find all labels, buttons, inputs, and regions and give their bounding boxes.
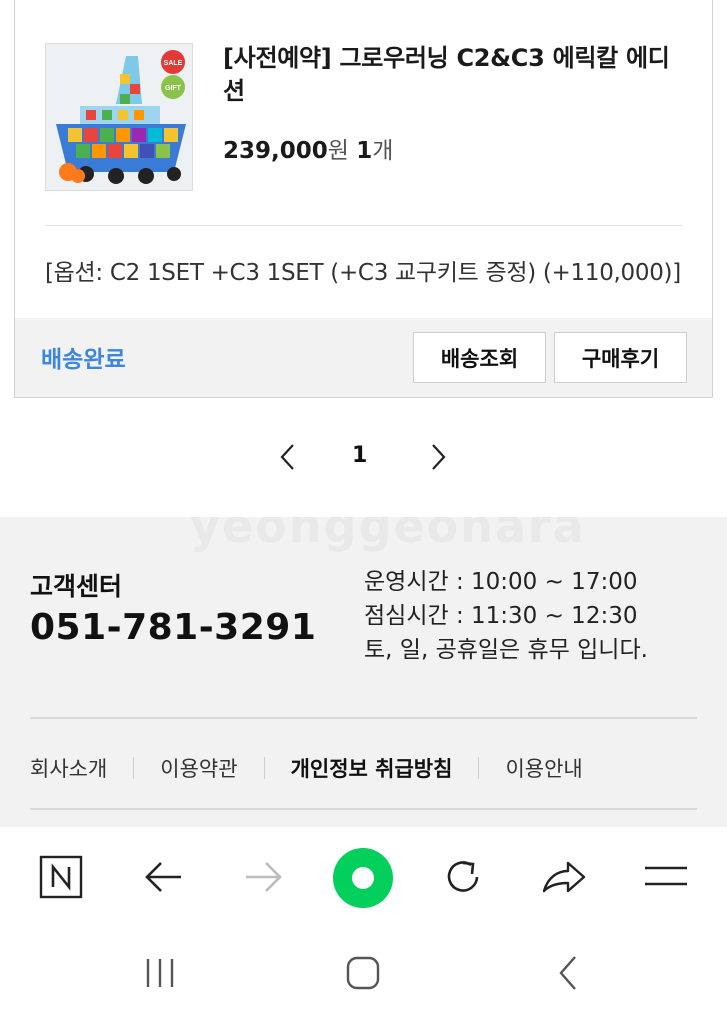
option-text: [옵션: C2 1SET +C3 1SET (+C3 교구키트 증정) (+11…	[45, 260, 681, 286]
link-separator	[263, 757, 265, 779]
recent-apps-icon[interactable]	[135, 953, 185, 993]
price-value: 239,000	[223, 138, 328, 164]
back-icon[interactable]	[543, 953, 593, 993]
share-icon[interactable]	[538, 851, 590, 903]
footer-links: 회사소개 이용약관 개인정보 취급방침 이용안내	[30, 753, 583, 783]
link-usage-guide[interactable]: 이용안내	[505, 753, 582, 783]
sale-badge-text: SALE	[164, 60, 183, 67]
gift-badge-text: GIFT	[165, 85, 182, 92]
link-privacy-policy[interactable]: 개인정보 취급방침	[291, 753, 453, 783]
link-company-info[interactable]: 회사소개	[30, 753, 107, 783]
link-separator	[133, 757, 135, 779]
hours-operating: 운영시간 : 10:00 ~ 17:00	[364, 569, 638, 595]
system-nav-bar	[0, 927, 727, 1024]
green-dot-icon[interactable]	[330, 845, 396, 911]
back-arrow-icon[interactable]	[137, 851, 189, 903]
forward-arrow-icon[interactable]	[238, 851, 290, 903]
footer-divider	[30, 717, 697, 719]
site-footer: yeonggeonara 고객센터 051-781-3291 운영시간 : 10…	[0, 517, 727, 827]
watermark-text: yeonggeonara	[190, 517, 586, 553]
product-thumbnail[interactable]: SALE GIFT	[45, 43, 193, 191]
customer-center-phone[interactable]: 051-781-3291	[30, 607, 316, 648]
current-page-number[interactable]: 1	[352, 443, 367, 468]
chevron-left-icon[interactable]	[276, 443, 300, 471]
refresh-icon[interactable]	[437, 851, 489, 903]
naver-home-icon[interactable]	[35, 851, 87, 903]
quantity-value: 1	[356, 138, 373, 164]
delivery-status: 배송완료	[41, 347, 126, 373]
chevron-right-icon[interactable]	[426, 443, 450, 471]
hours-closed: 토, 일, 공휴일은 휴무 입니다.	[364, 637, 648, 663]
footer-divider	[30, 808, 697, 810]
home-icon[interactable]	[338, 953, 388, 993]
hours-lunch: 점심시간 : 11:30 ~ 12:30	[364, 603, 638, 629]
link-separator	[478, 757, 480, 779]
pagination: 1	[0, 437, 727, 477]
track-delivery-button[interactable]: 배송조회	[413, 332, 546, 383]
customer-center-title: 고객센터	[30, 572, 123, 601]
quantity-unit: 개	[372, 138, 394, 164]
write-review-button[interactable]: 구매후기	[554, 332, 687, 383]
card-divider	[45, 225, 682, 226]
order-card: SALE GIFT [사전예약] 그로우러닝 C2&C3 에릭칼 에디션 239…	[14, 0, 713, 398]
browser-toolbar	[0, 827, 727, 927]
menu-icon[interactable]	[640, 851, 692, 903]
price-line: 239,000원 1개	[223, 131, 393, 165]
order-actions-bar: 배송완료 배송조회 구매후기	[15, 318, 712, 397]
product-title[interactable]: [사전예약] 그로우러닝 C2&C3 에릭칼 에디션	[223, 42, 683, 108]
business-hours: 운영시간 : 10:00 ~ 17:00 점심시간 : 11:30 ~ 12:3…	[364, 565, 648, 667]
product-image-icon: SALE GIFT	[46, 44, 192, 190]
link-terms[interactable]: 이용약관	[160, 753, 237, 783]
price-unit: 원	[327, 138, 349, 164]
